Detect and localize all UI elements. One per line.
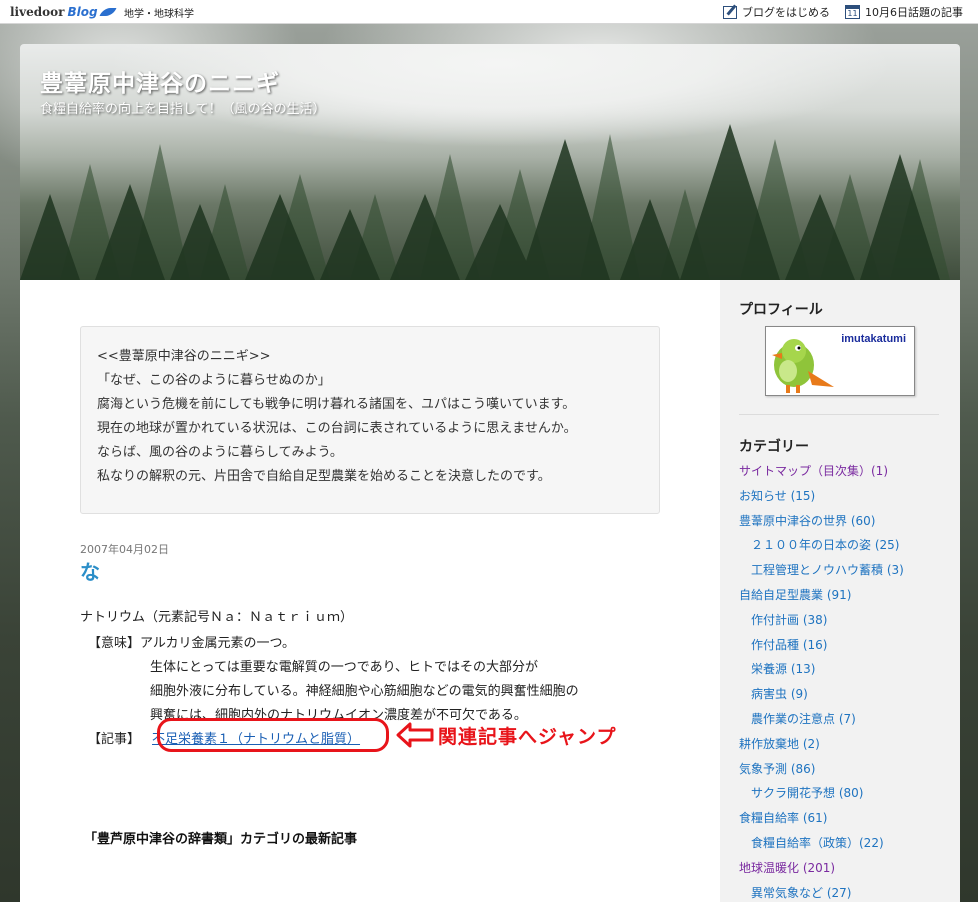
category-item[interactable]: 豊葦原中津谷の世界 (60)	[739, 512, 875, 529]
category-item[interactable]: 栄養源 (13)	[751, 660, 815, 677]
article-label: 【記事】	[88, 732, 141, 747]
meaning-label: 【意味】	[88, 636, 141, 651]
intro-line: <<豊葦原中津谷のニニギ>>	[97, 349, 271, 364]
category-item[interactable]: 耕作放棄地 (2)	[739, 735, 820, 752]
intro-line: ならば、風の谷のように暮らしてみよう。	[97, 445, 343, 460]
intro-line: 腐海という危機を前にしても戦争に明け暮れる諸国を、ユパはこう嘆いています。	[97, 397, 576, 412]
start-blog-link[interactable]: ブログをはじめる	[723, 4, 830, 20]
blog-subtitle: 食糧自給率の向上を目指して！（風の谷の生活）	[40, 102, 326, 117]
blog-title[interactable]: 豊葦原中津谷のニニギ	[40, 64, 280, 98]
latest-articles-heading: 「豊芦原中津谷の辞書類」カテゴリの最新記事	[84, 832, 358, 847]
category-item[interactable]: サイトマップ（目次集）(1)	[739, 462, 888, 479]
category-item[interactable]: 異常気象など (27)	[751, 884, 851, 901]
category-item[interactable]: 食糧自給率（政策）(22)	[751, 834, 884, 851]
category-item[interactable]: 工程管理とノウハウ蓄積 (3)	[751, 561, 904, 578]
blog-header: 豊葦原中津谷のニニギ 食糧自給率の向上を目指して！（風の谷の生活）	[20, 44, 960, 280]
entry-heading: ナトリウム（元素記号Ｎａ：Ｎａｔｒｉｕｍ）	[80, 610, 354, 625]
avatar	[772, 339, 834, 393]
calendar-day: 11	[847, 9, 858, 18]
annotation-arrow-icon	[396, 722, 434, 748]
edit-icon	[723, 5, 737, 19]
meaning-text: アルカリ金属元素の一つ。	[140, 636, 295, 651]
profile-heading: プロフィール	[739, 302, 823, 318]
meaning-line: 【意味】アルカリ金属元素の一つ。	[88, 632, 295, 651]
profile-name: imutakatumi	[841, 333, 906, 345]
intro-box: <<豊葦原中津谷のニニギ>> 「なぜ、この谷のように暮らせぬのか」 腐海という危…	[80, 326, 660, 514]
category-item[interactable]: 食糧自給率 (61)	[739, 809, 827, 826]
main-content-area: <<豊葦原中津谷のニニギ>> 「なぜ、この谷のように暮らせぬのか」 腐海という危…	[20, 280, 960, 902]
entry-title[interactable]: な	[80, 556, 100, 585]
category-item[interactable]: 気象予測 (86)	[739, 760, 815, 777]
category-item[interactable]: 作付計画 (38)	[751, 611, 827, 628]
category-item[interactable]: 地球温暖化 (201)	[739, 859, 835, 876]
category-item[interactable]: 自給自足型農業 (91)	[739, 586, 851, 603]
profile-card[interactable]: imutakatumi	[765, 326, 915, 396]
category-item[interactable]: お知らせ (15)	[739, 487, 815, 504]
meaning-text-2: 生体にとっては重要な電解質の一つであり、ヒトではその大部分が	[150, 660, 539, 675]
calendar-icon: 11	[845, 5, 860, 19]
category-heading: カテゴリー	[739, 439, 809, 455]
today-topics-link[interactable]: 11 10月6日話題の記事	[845, 4, 963, 20]
meaning-text-3: 細胞外液に分布している。神経細胞や心筋細胞などの電気的興奮性細胞の	[150, 684, 579, 699]
logo-blog-text: Blog	[67, 5, 98, 19]
category-item[interactable]: サクラ開花予想 (80)	[751, 784, 863, 801]
livedoor-blog-logo[interactable]: livedoor Blog	[10, 4, 117, 20]
livedoor-toolbar: livedoor Blog 地学・地球科学 ブログをはじめる 11 10月6日話…	[0, 0, 978, 24]
intro-line: 「なぜ、この谷のように暮らせぬのか」	[97, 373, 331, 388]
bird-icon	[99, 8, 117, 16]
category-item[interactable]: ２１００年の日本の姿 (25)	[751, 536, 899, 553]
intro-line: 私なりの解釈の元、片田舎で自給自足型農業を始めることを決意したのです。	[97, 469, 551, 484]
today-topics-label: 10月6日話題の記事	[865, 6, 963, 19]
category-item[interactable]: 作付品種 (16)	[751, 636, 827, 653]
category-item[interactable]: 農作業の注意点 (7)	[751, 710, 856, 727]
start-blog-label: ブログをはじめる	[742, 6, 830, 19]
logo-text: livedoor	[10, 5, 65, 19]
category-item[interactable]: 病害虫 (9)	[751, 685, 808, 702]
entry-date: 2007年04月02日	[80, 543, 169, 556]
sidebar-divider	[739, 414, 939, 415]
annotation-circle	[157, 718, 389, 752]
annotation-text: 関連記事へジャンプ	[438, 726, 617, 748]
intro-line: 現在の地球が置かれている状況は、この台詞に表されているように思えませんか。	[97, 421, 577, 436]
genre-link[interactable]: 地学・地球科学	[124, 5, 194, 20]
